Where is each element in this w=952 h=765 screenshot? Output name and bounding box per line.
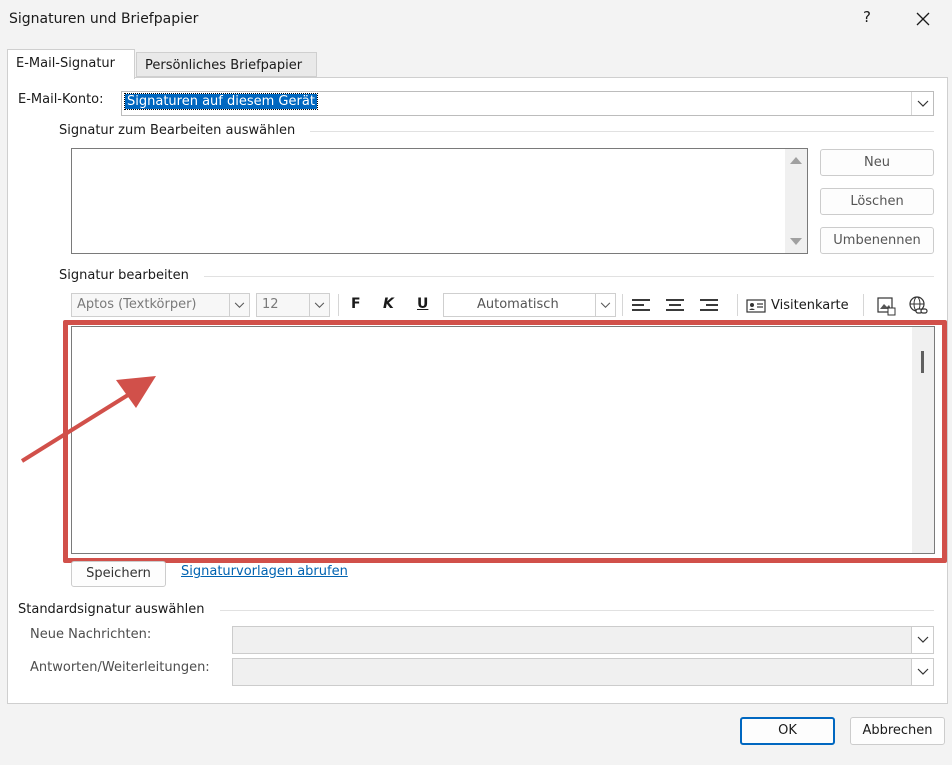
font-select-value: Aptos (Textkörper) xyxy=(77,297,197,312)
scroll-down-icon xyxy=(790,238,802,245)
align-left-icon[interactable] xyxy=(632,298,652,314)
tab-email-signature-label: E-Mail-Signatur xyxy=(16,56,116,71)
replies-forwards-label: Antworten/Weiterleitungen: xyxy=(30,660,210,675)
insert-picture-button[interactable] xyxy=(876,296,896,316)
font-color-value: Automatisch xyxy=(477,297,559,312)
business-card-label: Visitenkarte xyxy=(771,298,849,313)
default-signature-heading: Standardsignatur auswählen xyxy=(18,602,205,617)
chevron-down-icon xyxy=(595,294,615,316)
delete-button[interactable]: Löschen xyxy=(820,188,934,215)
tab-email-signature[interactable]: E-Mail-Signatur xyxy=(7,49,135,79)
scroll-up-icon xyxy=(790,157,802,164)
close-button[interactable] xyxy=(906,6,940,32)
italic-button[interactable]: K xyxy=(383,296,394,312)
bold-button[interactable]: F xyxy=(351,296,361,312)
signature-list[interactable] xyxy=(71,148,808,254)
select-signature-heading: Signatur zum Bearbeiten auswählen xyxy=(59,123,296,138)
toolbar-separator xyxy=(622,294,623,316)
tab-personal-stationery-label: Persönliches Briefpapier xyxy=(145,58,303,73)
group-divider xyxy=(204,276,934,277)
signature-templates-link[interactable]: Signaturvorlagen abrufen xyxy=(181,564,348,579)
dialog-window: Signaturen und Briefpapier ? E-Mail-Sign… xyxy=(0,0,952,765)
toolbar-separator xyxy=(737,294,738,316)
signature-list-scrollbar[interactable] xyxy=(785,149,807,253)
chevron-down-icon xyxy=(911,659,933,685)
font-size-value: 12 xyxy=(262,297,279,312)
font-size-select[interactable]: 12 xyxy=(256,293,330,317)
account-label: E-Mail-Konto: xyxy=(18,92,104,107)
save-button[interactable]: Speichern xyxy=(71,561,166,587)
replies-forwards-select[interactable] xyxy=(232,658,934,686)
underline-button[interactable]: U xyxy=(417,296,428,312)
font-color-select[interactable]: Automatisch xyxy=(443,293,616,317)
font-select[interactable]: Aptos (Textkörper) xyxy=(71,293,250,317)
editor-scrollbar[interactable] xyxy=(912,327,934,553)
signature-editor[interactable] xyxy=(71,326,935,554)
chevron-down-icon xyxy=(911,92,933,115)
hyperlink-globe-icon xyxy=(909,296,928,314)
new-messages-label: Neue Nachrichten: xyxy=(30,627,152,642)
tab-personal-stationery[interactable]: Persönliches Briefpapier xyxy=(136,52,317,77)
align-right-icon[interactable] xyxy=(700,298,720,314)
ok-button[interactable]: OK xyxy=(740,717,835,745)
help-button[interactable]: ? xyxy=(857,8,877,30)
rename-button[interactable]: Umbenennen xyxy=(820,227,934,254)
chevron-down-icon xyxy=(309,294,329,316)
insert-picture-icon xyxy=(877,297,896,316)
close-icon xyxy=(916,12,930,26)
account-select-value: Signaturen auf diesem Gerät xyxy=(124,93,318,110)
account-select[interactable]: Signaturen auf diesem Gerät xyxy=(121,91,934,116)
new-messages-select[interactable] xyxy=(232,626,934,654)
chevron-down-icon xyxy=(911,627,933,653)
edit-signature-heading: Signatur bearbeiten xyxy=(59,268,189,283)
dialog-title: Signaturen und Briefpapier xyxy=(9,11,199,27)
insert-hyperlink-button[interactable] xyxy=(907,295,929,317)
new-button[interactable]: Neu xyxy=(820,149,934,176)
group-divider xyxy=(310,131,934,132)
toolbar-separator xyxy=(338,294,339,316)
group-divider xyxy=(220,610,934,611)
editor-scroll-thumb[interactable] xyxy=(921,351,924,373)
align-center-icon[interactable] xyxy=(666,298,686,314)
business-card-icon xyxy=(746,299,766,313)
chevron-down-icon xyxy=(229,294,249,316)
cancel-button[interactable]: Abbrechen xyxy=(850,717,945,745)
toolbar-separator xyxy=(863,294,864,316)
title-bar: Signaturen und Briefpapier ? xyxy=(0,0,952,40)
